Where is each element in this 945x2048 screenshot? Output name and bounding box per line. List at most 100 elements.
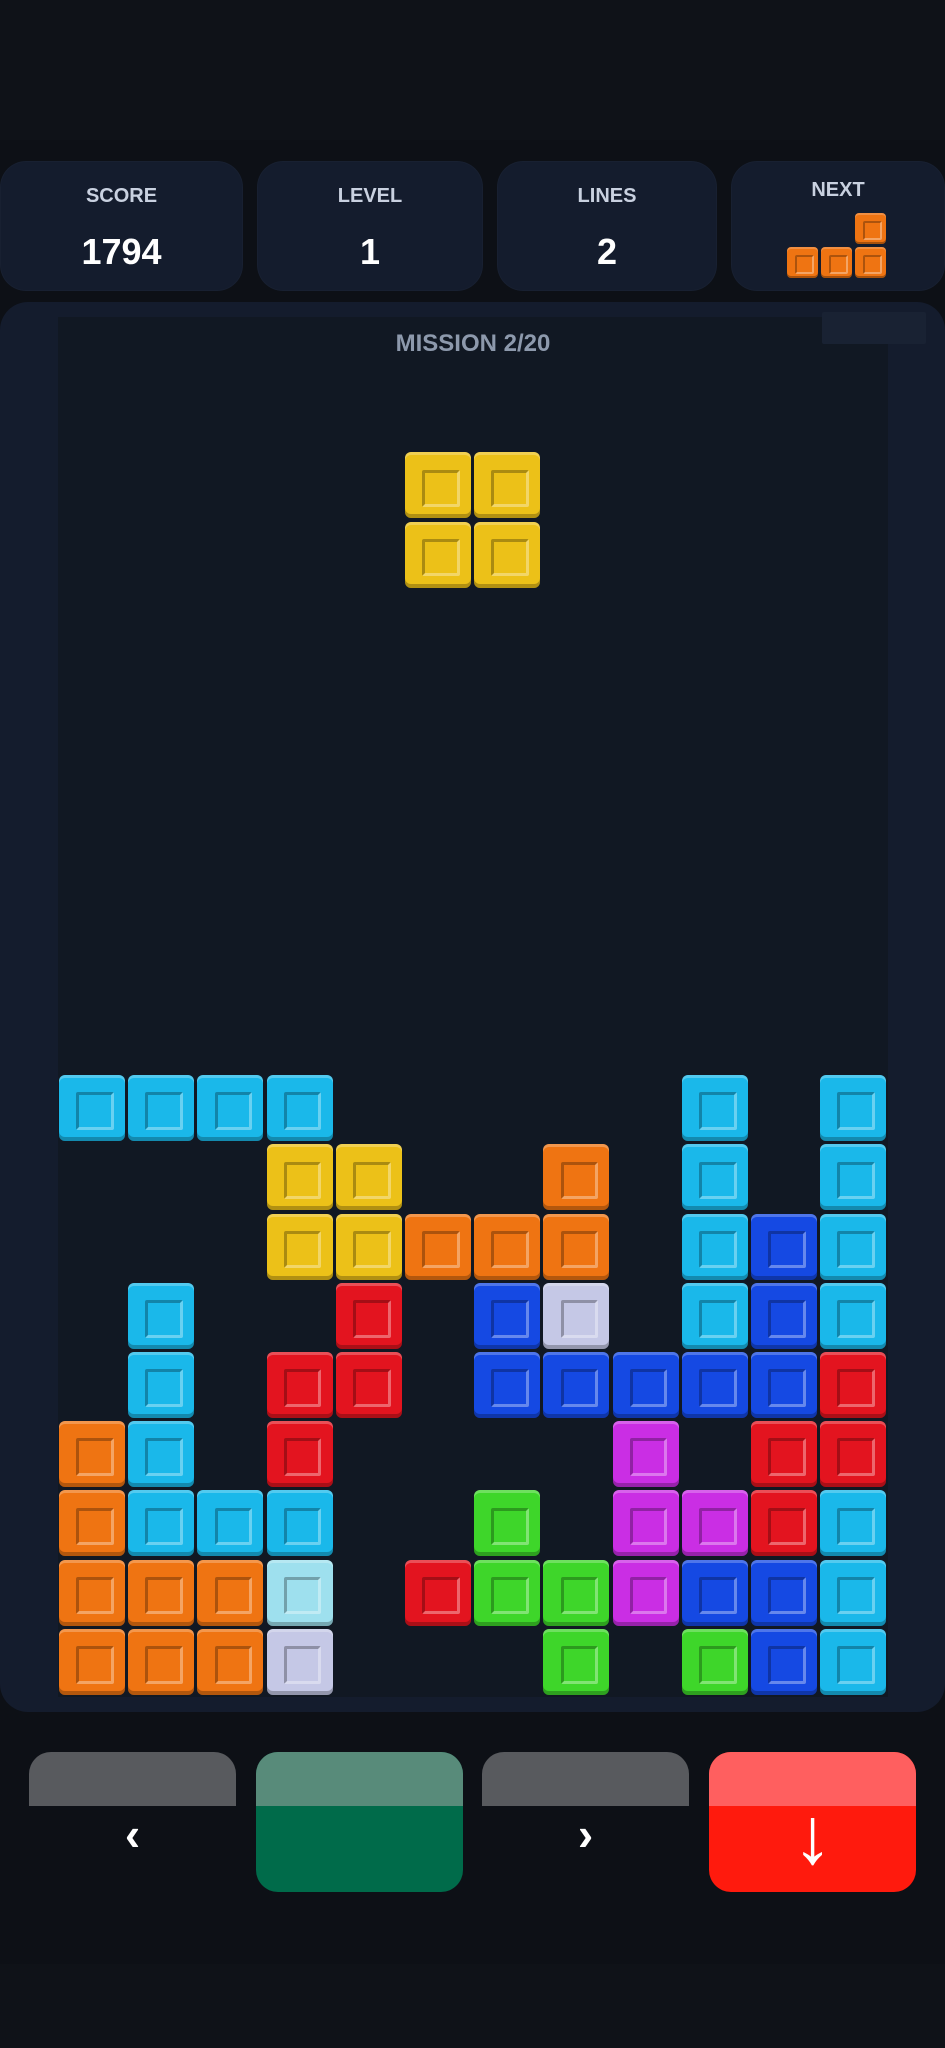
score-label: SCORE: [85, 185, 158, 207]
board-block: [266, 1559, 333, 1626]
level-label: LEVEL: [337, 185, 403, 207]
active-piece-block: [474, 521, 541, 588]
board-block: [197, 1075, 264, 1142]
board-block: [751, 1559, 817, 1626]
board-block: [266, 1421, 333, 1488]
board-block: [681, 1559, 748, 1626]
board-block: [128, 1559, 195, 1626]
board-block: [820, 1282, 887, 1349]
lines-label: LINES: [577, 185, 637, 207]
board-block: [543, 1628, 610, 1695]
board-block: [128, 1075, 195, 1142]
board-block: [751, 1352, 817, 1418]
board-block: [59, 1490, 125, 1557]
rotate-button-highlight: [256, 1752, 463, 1806]
board-block: [197, 1628, 264, 1695]
move-right-button[interactable]: ›: [482, 1752, 689, 1892]
next-piece-block: [855, 247, 886, 278]
board-block: [474, 1213, 541, 1280]
board-block: [335, 1352, 402, 1418]
lines-card: LINES 2: [497, 161, 717, 291]
board-block: [751, 1490, 817, 1557]
board-block: [266, 1628, 333, 1695]
board-block: [681, 1490, 748, 1557]
board-block: [681, 1352, 748, 1418]
board-block: [543, 1213, 610, 1280]
chevron-right-icon: ›: [577, 1808, 594, 1860]
chevron-left-icon: ‹: [124, 1808, 141, 1860]
board-block: [128, 1352, 195, 1418]
navigation-bar-area: [0, 1964, 945, 2048]
board-block: [128, 1282, 195, 1349]
board-block: [474, 1490, 541, 1557]
board-block: [612, 1352, 679, 1418]
board-block: [543, 1282, 610, 1349]
board-block: [751, 1282, 817, 1349]
board-block: [612, 1559, 679, 1626]
active-piece-block: [405, 452, 471, 519]
next-piece-block: [855, 213, 886, 244]
board-block: [820, 1075, 887, 1142]
arrow-down-icon: ↓: [792, 1791, 833, 1880]
board-block: [474, 1559, 541, 1626]
board-block: [266, 1490, 333, 1557]
board-block: [681, 1282, 748, 1349]
board-block: [751, 1213, 817, 1280]
board-block: [128, 1628, 195, 1695]
board-block: [543, 1559, 610, 1626]
next-piece-card: NEXT: [731, 161, 945, 291]
board-block: [543, 1144, 610, 1211]
next-piece-block: [787, 247, 818, 278]
board-block: [335, 1213, 402, 1280]
next-label: NEXT: [811, 179, 865, 201]
board-block: [820, 1490, 887, 1557]
level-card: LEVEL 1: [257, 161, 483, 291]
board-block: [128, 1421, 195, 1488]
board-block: [751, 1421, 817, 1488]
board-block: [335, 1144, 402, 1211]
board-block: [266, 1075, 333, 1142]
level-value: 1: [359, 231, 381, 272]
board-block: [266, 1144, 333, 1211]
board-block: [474, 1352, 541, 1418]
board-block: [405, 1213, 471, 1280]
rotate-button[interactable]: [256, 1752, 463, 1892]
board-block: [820, 1421, 887, 1488]
board-block: [543, 1352, 610, 1418]
board-block: [197, 1490, 264, 1557]
board-block: [820, 1559, 887, 1626]
board-block: [266, 1213, 333, 1280]
board-block: [59, 1559, 125, 1626]
active-piece-block: [405, 521, 471, 588]
move-left-button-highlight: [29, 1752, 236, 1806]
move-right-button-highlight: [482, 1752, 689, 1806]
board-block: [751, 1628, 817, 1695]
board-block: [612, 1490, 679, 1557]
board-block: [681, 1075, 748, 1142]
board-block: [820, 1144, 887, 1211]
board-block: [820, 1352, 887, 1418]
score-card: SCORE 1794: [0, 161, 243, 291]
move-left-button[interactable]: ‹: [29, 1752, 236, 1892]
board-block: [681, 1628, 748, 1695]
board-block: [59, 1075, 125, 1142]
mission-indicator: MISSION 2/20: [395, 330, 551, 357]
board-block: [266, 1352, 333, 1418]
board-block: [820, 1628, 887, 1695]
board-block: [681, 1213, 748, 1280]
status-bar-area: [0, 0, 945, 140]
board-block: [59, 1421, 125, 1488]
board-block: [820, 1213, 887, 1280]
board-block: [612, 1421, 679, 1488]
lines-value: 2: [596, 231, 618, 272]
board-block: [405, 1559, 471, 1626]
board-block: [59, 1628, 125, 1695]
board-block: [681, 1144, 748, 1211]
board-block: [474, 1282, 541, 1349]
next-piece-block: [821, 247, 852, 278]
score-value: 1794: [81, 231, 162, 272]
board-block: [197, 1559, 264, 1626]
hard-drop-button[interactable]: ↓: [709, 1752, 916, 1892]
board-block: [128, 1490, 195, 1557]
board-block: [335, 1282, 402, 1349]
